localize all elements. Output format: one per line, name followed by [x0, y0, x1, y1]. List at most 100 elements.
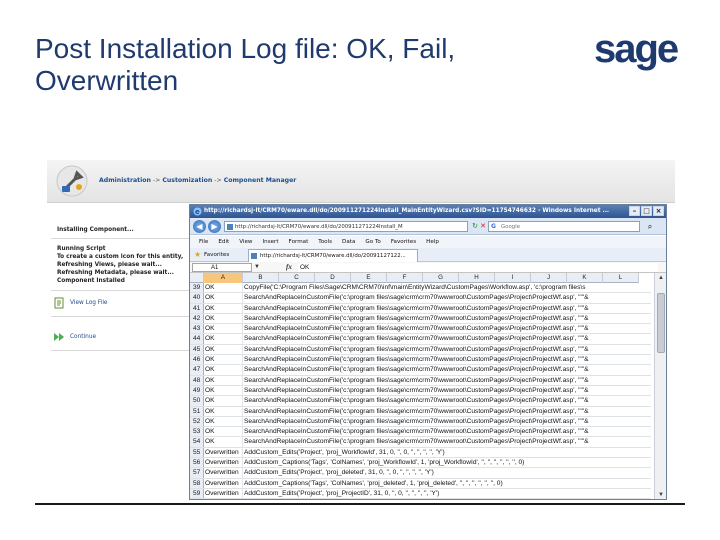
status-cell[interactable]: Overwritten [204, 447, 243, 458]
status-cell[interactable]: OK [204, 427, 243, 437]
row-number[interactable]: 45 [190, 344, 204, 355]
column-header[interactable]: J [531, 273, 567, 283]
status-cell[interactable]: Overwritten [204, 458, 243, 468]
column-header[interactable]: L [603, 273, 639, 283]
status-cell[interactable]: OK [204, 365, 243, 375]
command-cell[interactable]: AddCustom_Edits('Project', 'proj_Project… [243, 489, 651, 498]
row-number[interactable]: 53 [190, 427, 204, 437]
scroll-up-icon[interactable]: ▲ [656, 274, 666, 283]
column-header[interactable]: F [387, 273, 423, 283]
status-cell[interactable]: OK [204, 355, 243, 365]
row-number[interactable]: 55 [190, 447, 204, 458]
command-cell[interactable]: CopyFile('C:\Program Files\Sage\CRM\CRM7… [243, 283, 651, 292]
favorites-button[interactable]: ★ Favorites [194, 250, 229, 260]
close-button[interactable]: × [653, 206, 664, 216]
search-input[interactable]: G Google [488, 221, 640, 232]
search-icon[interactable]: ⌕ [644, 221, 656, 232]
row-number[interactable]: 44 [190, 334, 204, 344]
column-header[interactable]: C [279, 273, 315, 283]
menu-data[interactable]: Data [337, 236, 360, 248]
column-header[interactable]: I [495, 273, 531, 283]
command-cell[interactable]: SearchAndReplaceInCustomFile('c:\program… [243, 417, 651, 426]
command-cell[interactable]: AddCustom_Captions('Tags', 'ColNames', '… [243, 458, 651, 467]
menu-view[interactable]: View [234, 236, 257, 248]
forward-button[interactable]: ▶ [208, 220, 221, 233]
row-number[interactable]: 47 [190, 365, 204, 375]
row-number[interactable]: 39 [190, 283, 204, 293]
command-cell[interactable]: SearchAndReplaceInCustomFile('c:\program… [243, 293, 651, 302]
command-cell[interactable]: SearchAndReplaceInCustomFile('c:\program… [243, 396, 651, 405]
command-cell[interactable]: SearchAndReplaceInCustomFile('c:\program… [243, 437, 651, 446]
command-cell[interactable]: SearchAndReplaceInCustomFile('c:\program… [243, 386, 651, 395]
status-cell[interactable]: OK [204, 406, 243, 416]
column-header[interactable]: G [423, 273, 459, 283]
minimize-button[interactable]: – [629, 206, 640, 216]
command-cell[interactable]: SearchAndReplaceInCustomFile('c:\program… [243, 407, 651, 416]
chevron-down-icon[interactable]: ▼ [254, 263, 260, 272]
status-cell[interactable]: Overwritten [204, 478, 243, 488]
command-cell[interactable]: SearchAndReplaceInCustomFile('c:\program… [243, 376, 651, 385]
menu-help[interactable]: Help [421, 236, 444, 248]
column-header[interactable]: H [459, 273, 495, 283]
back-button[interactable]: ◀ [193, 220, 206, 233]
row-number[interactable]: 58 [190, 478, 204, 488]
breadcrumb-administration[interactable]: Administration [99, 177, 151, 184]
row-number[interactable]: 56 [190, 458, 204, 468]
menu-favorites[interactable]: Favorites [386, 236, 421, 248]
row-number[interactable]: 52 [190, 416, 204, 427]
row-number[interactable]: 57 [190, 468, 204, 478]
status-cell[interactable]: OK [204, 437, 243, 447]
status-cell[interactable]: Overwritten [204, 468, 243, 478]
status-cell[interactable]: OK [204, 344, 243, 355]
row-number[interactable]: 59 [190, 488, 204, 499]
row-number[interactable]: 50 [190, 396, 204, 406]
status-cell[interactable]: OK [204, 396, 243, 406]
menu-format[interactable]: Format [284, 236, 314, 248]
row-number[interactable]: 49 [190, 385, 204, 396]
row-number[interactable]: 40 [190, 293, 204, 303]
menu-insert[interactable]: Insert [258, 236, 284, 248]
menu-tools[interactable]: Tools [313, 236, 337, 248]
row-number[interactable]: 48 [190, 375, 204, 385]
status-cell[interactable]: OK [204, 293, 243, 303]
column-header[interactable]: E [351, 273, 387, 283]
row-number[interactable]: 43 [190, 324, 204, 334]
scrollbar-thumb[interactable] [657, 293, 665, 353]
status-cell[interactable]: OK [204, 416, 243, 427]
command-cell[interactable]: SearchAndReplaceInCustomFile('c:\program… [243, 427, 651, 436]
command-cell[interactable]: SearchAndReplaceInCustomFile('c:\program… [243, 355, 651, 364]
status-cell[interactable]: OK [204, 324, 243, 334]
address-bar[interactable]: http://richardsj-lt/CRM70/eware.dll/do/2… [224, 221, 468, 232]
breadcrumb-component-manager[interactable]: Component Manager [224, 177, 297, 184]
menu-goto[interactable]: Go To [360, 236, 385, 248]
scroll-down-icon[interactable]: ▼ [656, 491, 666, 499]
status-cell[interactable]: OK [204, 283, 243, 293]
command-cell[interactable]: SearchAndReplaceInCustomFile('c:\program… [243, 314, 651, 323]
command-cell[interactable]: AddCustom_Edits('Project', 'proj_deleted… [243, 468, 651, 477]
name-box[interactable]: A1 [192, 263, 252, 272]
select-all-corner[interactable] [190, 273, 204, 283]
browser-tab[interactable]: http://richardsj-lt/CRM70/eware.dll/do/2… [248, 249, 418, 262]
menu-edit[interactable]: Edit [213, 236, 234, 248]
column-header[interactable]: B [243, 273, 279, 283]
status-cell[interactable]: OK [204, 303, 243, 313]
command-cell[interactable]: SearchAndReplaceInCustomFile('c:\program… [243, 345, 651, 354]
command-cell[interactable]: SearchAndReplaceInCustomFile('c:\program… [243, 334, 651, 343]
status-cell[interactable]: Overwritten [204, 488, 243, 499]
column-header[interactable]: K [567, 273, 603, 283]
maximize-button[interactable]: □ [641, 206, 652, 216]
menu-file[interactable]: File [194, 236, 213, 248]
row-number[interactable]: 46 [190, 355, 204, 365]
row-number[interactable]: 51 [190, 406, 204, 416]
command-cell[interactable]: AddCustom_Edits('Project', 'proj_Workflo… [243, 448, 651, 457]
view-log-file-button[interactable]: View Log File [53, 296, 108, 310]
formula-input[interactable]: OK [298, 263, 658, 272]
command-cell[interactable]: AddCustom_Captions('Tags', 'ColNames', '… [243, 479, 651, 488]
continue-button[interactable]: Continue [53, 330, 96, 344]
command-cell[interactable]: SearchAndReplaceInCustomFile('c:\program… [243, 365, 651, 374]
status-cell[interactable]: OK [204, 313, 243, 324]
command-cell[interactable]: SearchAndReplaceInCustomFile('c:\program… [243, 324, 651, 333]
row-number[interactable]: 54 [190, 437, 204, 447]
status-cell[interactable]: OK [204, 385, 243, 396]
column-header[interactable]: A [204, 273, 243, 283]
